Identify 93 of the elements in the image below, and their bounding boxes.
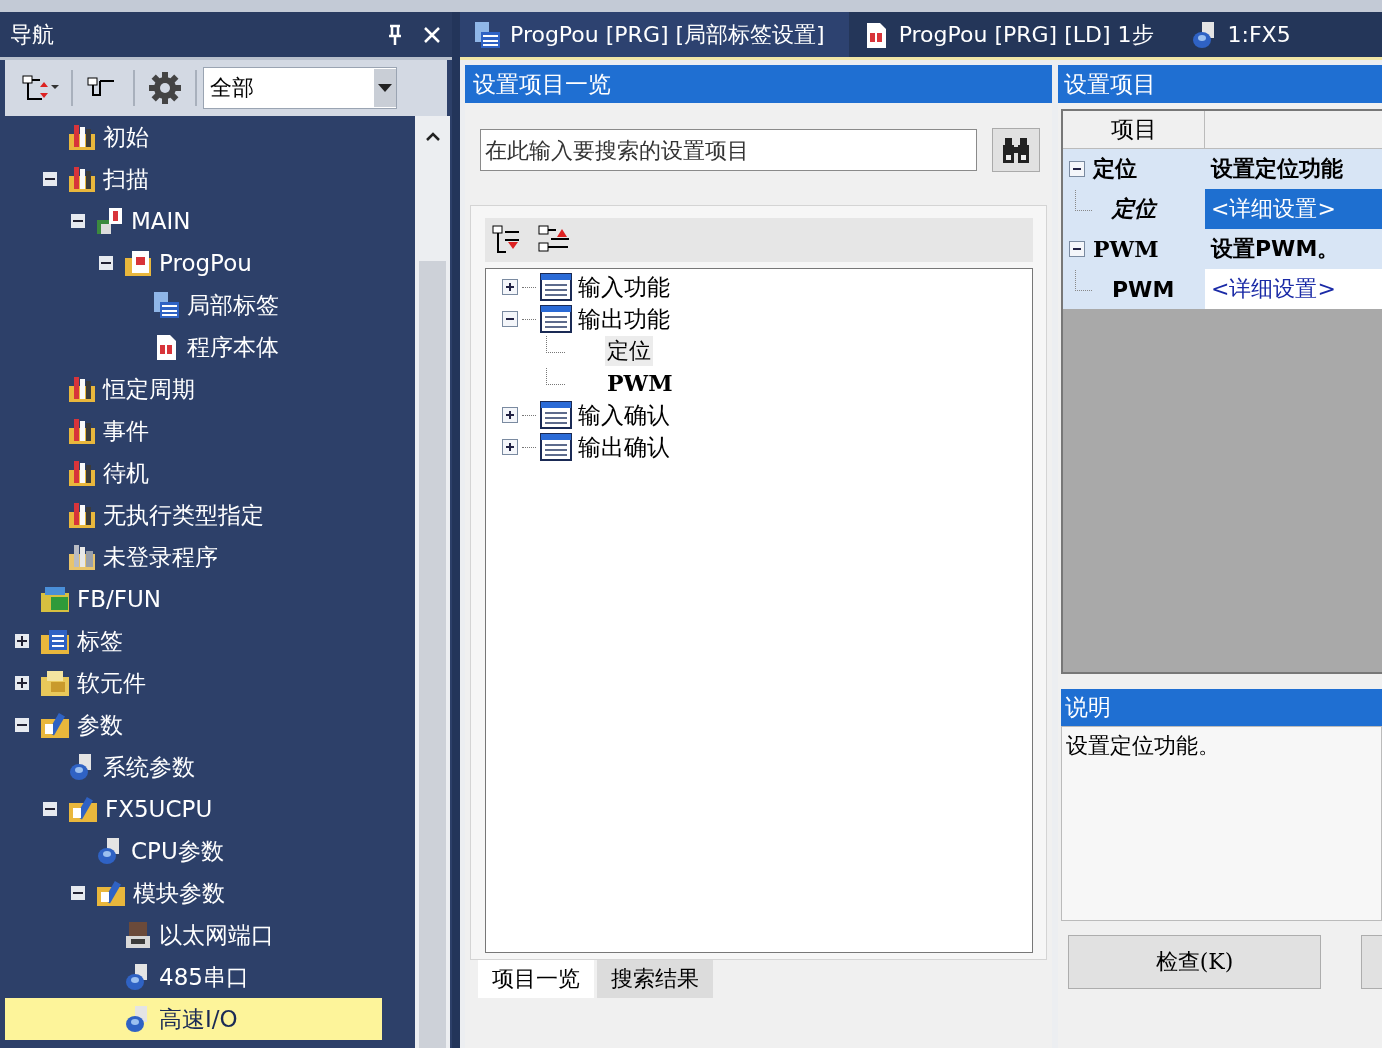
pin-icon[interactable] bbox=[386, 22, 404, 47]
collapse-toggle[interactable] bbox=[15, 718, 29, 732]
tree-item[interactable]: 恒定周期 bbox=[5, 368, 382, 410]
gear-icon bbox=[148, 71, 182, 105]
collapse-toggle[interactable] bbox=[1069, 241, 1085, 257]
binders-icon bbox=[67, 164, 97, 194]
table-icon bbox=[151, 290, 181, 320]
collapse-toggle[interactable] bbox=[71, 214, 85, 228]
tree-item[interactable]: 事件 bbox=[5, 410, 382, 452]
caret-icon bbox=[378, 84, 392, 92]
tree-item[interactable]: CPU参数 bbox=[5, 830, 382, 872]
collapse-toggle[interactable] bbox=[1069, 161, 1085, 177]
collapse-toggle[interactable] bbox=[502, 311, 518, 327]
collapse-toggle[interactable] bbox=[99, 256, 113, 270]
property-label: PWM bbox=[1112, 276, 1175, 302]
editor-tab[interactable]: ProgPou [PRG] [局部标签设置] bbox=[460, 12, 849, 57]
binders-icon bbox=[67, 374, 97, 404]
tab[interactable]: 搜索结果 bbox=[597, 960, 713, 998]
tree-item[interactable]: 模块参数 bbox=[5, 872, 382, 914]
expand-toggle[interactable] bbox=[15, 676, 29, 690]
folder-icon bbox=[39, 584, 71, 614]
tree-item[interactable]: 以太网端口 bbox=[5, 914, 382, 956]
expand-toggle[interactable] bbox=[502, 439, 518, 455]
tree-item[interactable]: 初始 bbox=[5, 116, 382, 158]
expand-toggle[interactable] bbox=[502, 279, 518, 295]
tree-item[interactable]: 待机 bbox=[5, 452, 382, 494]
collapse-toggle[interactable] bbox=[43, 802, 57, 816]
binoculars-icon bbox=[1000, 135, 1032, 165]
tree-item[interactable]: 输入确认 bbox=[578, 399, 670, 431]
expand-toggle[interactable] bbox=[15, 634, 29, 648]
tree-item[interactable]: 输入功能 bbox=[578, 271, 670, 303]
binders-icon bbox=[67, 458, 97, 488]
table-icon bbox=[472, 19, 502, 50]
editor-tab[interactable]: 1:FX5 bbox=[1177, 12, 1315, 57]
tree-arrows-icon bbox=[21, 73, 61, 103]
group-label: PWM bbox=[1093, 236, 1159, 262]
expand-toggle[interactable] bbox=[502, 407, 518, 423]
panel-title: 导航 bbox=[10, 20, 55, 49]
list-icon bbox=[540, 401, 572, 429]
search-field[interactable]: 在此输入要搜索的设置项目 bbox=[480, 129, 977, 171]
list-icon bbox=[540, 433, 572, 461]
tree-item[interactable]: ProgPou bbox=[5, 242, 382, 284]
tree-item[interactable]: 485串口 bbox=[5, 956, 382, 998]
chevron-up-icon[interactable] bbox=[424, 131, 441, 141]
tree-item[interactable]: 输出功能 bbox=[578, 303, 670, 335]
tree-item[interactable]: 局部标签 bbox=[5, 284, 382, 326]
tree-item[interactable]: 定位 bbox=[605, 336, 653, 366]
list-icon bbox=[540, 305, 572, 333]
folder-icon bbox=[39, 710, 71, 740]
tree-item[interactable]: 输出确认 bbox=[578, 431, 670, 463]
tree-item[interactable]: PWM bbox=[605, 370, 675, 396]
column-header: 项目 bbox=[1063, 111, 1205, 149]
panel-title: 设置项目 bbox=[1058, 65, 1382, 103]
tree-item[interactable]: FX5UCPU bbox=[5, 788, 382, 830]
binders-icon bbox=[67, 416, 97, 446]
collapse-toggle[interactable] bbox=[71, 886, 85, 900]
folder-icon bbox=[67, 794, 99, 824]
tree-item[interactable]: MAIN bbox=[5, 200, 382, 242]
document-stack-icon bbox=[95, 206, 125, 236]
search-button[interactable] bbox=[992, 128, 1040, 172]
tree-item[interactable]: 软元件 bbox=[5, 662, 382, 704]
tree-item[interactable]: 扫描 bbox=[5, 158, 382, 200]
description-text: 设置定位功能。 bbox=[1061, 726, 1382, 921]
panel-title: 说明 bbox=[1061, 689, 1382, 726]
group-description: 设置定位功能 bbox=[1205, 149, 1382, 189]
tree-item[interactable]: FB/FUN bbox=[5, 578, 382, 620]
network-icon bbox=[123, 920, 153, 950]
scrollbar[interactable] bbox=[415, 116, 450, 1048]
tree-item[interactable]: 未登录程序 bbox=[5, 536, 382, 578]
tree-item[interactable]: 系统参数 bbox=[5, 746, 382, 788]
group-label: 定位 bbox=[1093, 154, 1137, 183]
filter-dropdown[interactable]: 全部 bbox=[203, 67, 397, 109]
property-label: 定位 bbox=[1112, 195, 1156, 223]
folder-document-icon bbox=[123, 248, 153, 278]
tree-item[interactable]: 标签 bbox=[5, 620, 382, 662]
tab[interactable]: 项目一览 bbox=[478, 960, 594, 998]
check-button[interactable]: 检查(K) bbox=[1068, 935, 1321, 989]
binders-icon bbox=[67, 542, 97, 572]
collapse-toggle[interactable] bbox=[43, 172, 57, 186]
folder-icon bbox=[39, 668, 71, 698]
panel-title: 设置项目一览 bbox=[465, 65, 1052, 103]
folder-icon bbox=[95, 878, 127, 908]
property-value[interactable]: <详细设置> bbox=[1205, 189, 1382, 229]
editor-tab[interactable]: ProgPou [PRG] [LD] 1步 bbox=[848, 12, 1178, 57]
list-icon bbox=[540, 273, 572, 301]
binders-icon bbox=[67, 122, 97, 152]
close-icon[interactable] bbox=[422, 24, 442, 45]
tree-item[interactable]: 参数 bbox=[5, 704, 382, 746]
tree-item[interactable]: 无执行类型指定 bbox=[5, 494, 382, 536]
tree-item[interactable]: 高速I/O bbox=[5, 998, 382, 1040]
binders-icon bbox=[67, 500, 97, 530]
tree-item[interactable]: 程序本体 bbox=[5, 326, 382, 368]
group-description: 设置PWM。 bbox=[1205, 229, 1382, 269]
